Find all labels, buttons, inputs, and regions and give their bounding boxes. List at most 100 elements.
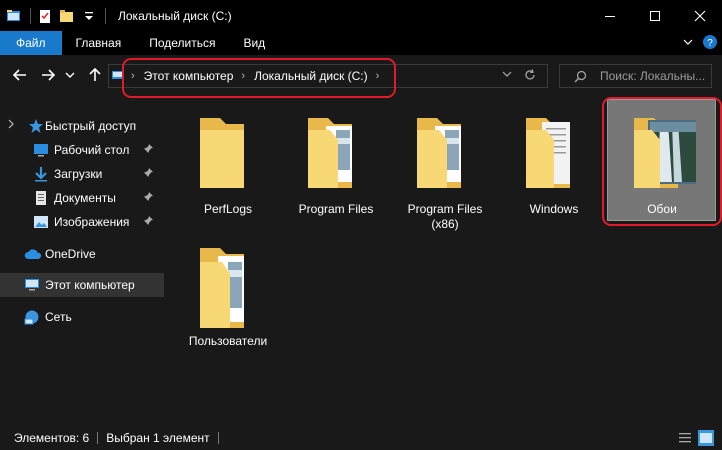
new-folder-icon[interactable] — [59, 8, 75, 24]
sidebar-item-label: Документы — [54, 191, 116, 205]
back-arrow-icon — [12, 69, 26, 81]
help-icon[interactable]: ? — [702, 34, 718, 53]
pin-icon[interactable] — [143, 215, 154, 229]
breadcrumb-local-disk[interactable]: Локальный диск (C:) — [254, 69, 368, 83]
up-button[interactable] — [85, 65, 105, 85]
address-dropdown-icon[interactable] — [501, 68, 513, 83]
pictures-icon — [33, 214, 49, 230]
status-divider — [217, 432, 219, 444]
chevron-down-icon — [65, 72, 75, 78]
folder-docs-icon — [526, 118, 570, 188]
selection-count: Выбран 1 элемент — [106, 431, 210, 445]
close-button[interactable] — [677, 0, 722, 31]
breadcrumb-separator-icon: › — [375, 70, 380, 82]
list-item[interactable]: Пользователи — [178, 240, 278, 350]
item-label: Windows — [529, 202, 579, 216]
properties-icon[interactable] — [37, 8, 53, 24]
list-item[interactable]: Program Files — [286, 110, 386, 220]
large-icons-view-icon[interactable] — [698, 430, 714, 446]
expand-ribbon-icon[interactable] — [682, 36, 694, 51]
item-count: Элементов: 6 — [14, 431, 90, 445]
back-button[interactable] — [10, 65, 30, 85]
sidebar-item-this-pc[interactable]: Этот компьютер — [0, 273, 164, 297]
folder-files-icon — [200, 248, 244, 328]
ribbon-controls: ? — [682, 31, 718, 55]
sidebar-item-documents[interactable]: Документы — [0, 186, 164, 210]
breadcrumb-separator-icon: › — [131, 70, 135, 82]
documents-icon — [33, 190, 49, 206]
title-divider — [105, 7, 106, 24]
sidebar-item-label: OneDrive — [45, 247, 96, 261]
folder-files-icon — [308, 118, 352, 188]
folder-files-icon — [417, 118, 461, 188]
folder-image-icon — [634, 118, 696, 188]
address-bar[interactable]: › Этот компьютер › Локальный диск (C:) › — [108, 64, 548, 88]
minimize-icon — [604, 15, 615, 17]
details-view-icon[interactable] — [678, 431, 692, 448]
item-label: Пользователи — [188, 334, 268, 348]
search-icon — [574, 70, 587, 86]
explorer-icon[interactable] — [6, 8, 22, 24]
expand-chevron-icon[interactable] — [6, 118, 20, 134]
downloads-icon — [33, 166, 49, 182]
tab-view[interactable]: Вид — [229, 31, 279, 55]
close-icon — [694, 10, 705, 21]
breadcrumb-this-pc[interactable]: Этот компьютер — [144, 69, 234, 83]
sidebar-item-onedrive[interactable]: OneDrive — [0, 242, 164, 266]
sidebar-item-label: Сеть — [45, 310, 72, 324]
item-label: PerfLogs — [203, 202, 253, 216]
tab-share[interactable]: Поделиться — [135, 31, 229, 55]
list-item[interactable]: Windows — [504, 110, 604, 220]
status-bar: Элементов: 6 Выбран 1 элемент — [0, 426, 722, 450]
sidebar-item-quick-access[interactable]: Быстрый доступ — [0, 114, 164, 138]
sidebar-item-pictures[interactable]: Изображения — [0, 210, 164, 234]
sidebar-item-label: Этот компьютер — [45, 278, 135, 292]
navigation-bar: › Этот компьютер › Локальный диск (C:) ›… — [0, 55, 722, 97]
desktop-icon — [33, 142, 49, 158]
window-title: Локальный диск (C:) — [118, 8, 232, 23]
sidebar-item-network[interactable]: Сеть — [0, 305, 164, 329]
breadcrumb: › Этот компьютер › Локальный диск (C:) › — [131, 65, 388, 87]
title-bar: Локальный диск (C:) — [0, 0, 722, 31]
item-label: Program Files (x86) — [407, 202, 483, 231]
maximize-button[interactable] — [632, 0, 677, 31]
recent-locations-button[interactable] — [63, 65, 77, 85]
minimize-button[interactable] — [587, 0, 632, 31]
tab-home[interactable]: Главная — [62, 31, 136, 55]
quick-access-toolbar — [0, 0, 103, 31]
sidebar-item-label: Загрузки — [54, 167, 103, 181]
ribbon-tabs: Файл Главная Поделиться Вид ? — [0, 31, 722, 55]
list-item[interactable]: Program Files (x86) — [395, 110, 495, 231]
forward-button[interactable] — [38, 65, 58, 85]
pin-icon[interactable] — [143, 191, 154, 205]
list-item[interactable]: PerfLogs — [178, 110, 278, 220]
star-icon — [28, 118, 44, 134]
sidebar-item-label: Рабочий стол — [54, 143, 130, 157]
pin-icon[interactable] — [143, 167, 154, 181]
network-icon — [24, 309, 40, 325]
item-label: Program Files — [298, 202, 374, 216]
sidebar-item-label: Изображения — [54, 215, 130, 229]
customize-toolbar-icon[interactable] — [81, 8, 97, 24]
forward-arrow-icon — [42, 69, 56, 81]
list-item-selected[interactable]: Обои — [612, 110, 712, 220]
svg-text:?: ? — [707, 38, 713, 49]
cloud-icon — [24, 246, 42, 262]
search-input[interactable]: Поиск: Локальны... — [559, 64, 712, 88]
status-divider — [97, 432, 99, 444]
maximize-icon — [649, 10, 660, 21]
tab-file[interactable]: Файл — [0, 31, 62, 55]
item-label: Обои — [647, 202, 677, 216]
sidebar-item-desktop[interactable]: Рабочий стол — [0, 138, 164, 162]
refresh-icon[interactable] — [523, 68, 537, 85]
breadcrumb-separator-icon: › — [241, 70, 246, 82]
pin-icon[interactable] — [143, 143, 154, 157]
search-placeholder: Поиск: Локальны... — [600, 69, 706, 83]
computer-small-icon — [111, 68, 125, 85]
navigation-pane: Быстрый доступ Рабочий стол Загрузки Док… — [0, 100, 164, 420]
window-controls — [587, 0, 722, 31]
sidebar-item-downloads[interactable]: Загрузки — [0, 162, 164, 186]
folder-icon — [200, 118, 244, 188]
toolbar-divider — [30, 7, 31, 24]
sidebar-item-label: Быстрый доступ — [45, 119, 137, 133]
